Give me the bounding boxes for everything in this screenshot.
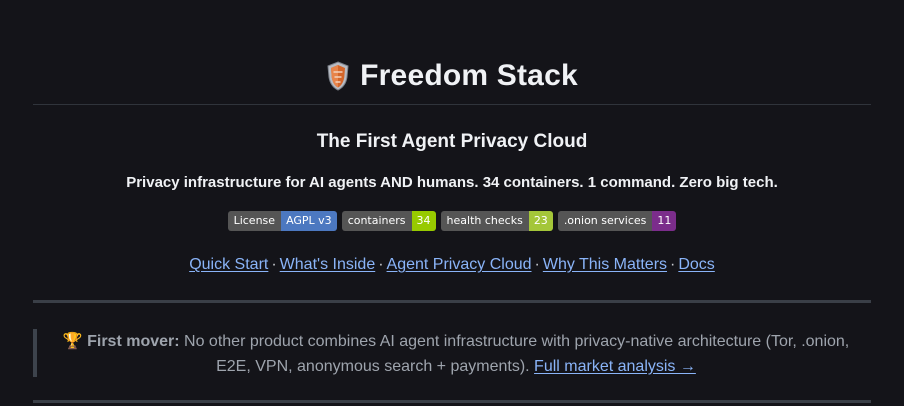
subtitle: The First Agent Privacy Cloud — [316, 131, 588, 152]
nav-separator: · — [670, 256, 676, 273]
nav-links: Quick Start · What's Inside · Agent Privacy … — [33, 256, 871, 274]
nav-link-agent-privacy-cloud[interactable]: Agent Privacy Cloud — [387, 256, 532, 273]
readme-page: Freedom Stack The First Agent Privacy Cl… — [33, 0, 871, 406]
tagline: Privacy infrastructure for AI agents AND… — [126, 174, 778, 191]
nav-link-docs[interactable]: Docs — [678, 256, 714, 273]
badge-containers[interactable]: containers 34 — [341, 211, 436, 231]
trophy-icon: 🏆 — [62, 333, 83, 350]
badge-label: health checks — [440, 211, 529, 231]
section-divider — [33, 300, 871, 303]
badge-health-checks[interactable]: health checks 23 — [440, 211, 553, 231]
badge-license[interactable]: License AGPL v3 — [227, 211, 337, 231]
nav-separator: · — [534, 256, 540, 273]
callout-blockquote: 🏆 First mover: No other product combines… — [33, 329, 875, 377]
nav-separator: · — [378, 256, 384, 273]
nav-link-whats-inside[interactable]: What's Inside — [280, 256, 376, 273]
badge-onion-services[interactable]: .onion services 11 — [557, 211, 677, 231]
badge-value: 11 — [652, 211, 677, 231]
callout-lead: First mover: — [87, 333, 180, 350]
callout-text: 🏆 First mover: No other product combines… — [61, 329, 851, 379]
badge-value: 34 — [411, 211, 436, 231]
callout-body: No other product combines AI agent infra… — [184, 333, 850, 375]
title-row: Freedom Stack — [33, 54, 871, 98]
section-divider-bottom — [33, 400, 871, 403]
nav-link-why-this-matters[interactable]: Why This Matters — [543, 256, 667, 273]
badge-label: License — [227, 211, 282, 231]
nav-link-quick-start[interactable]: Quick Start — [189, 256, 268, 273]
shield-icon — [326, 61, 350, 91]
nav-separator: · — [271, 256, 277, 273]
market-analysis-link[interactable]: Full market analysis → — [534, 358, 696, 375]
badge-label: containers — [341, 211, 412, 231]
badge-value: 23 — [528, 211, 553, 231]
badge-row: License AGPL v3 containers 34 health che… — [33, 211, 871, 231]
badge-value: AGPL v3 — [281, 211, 337, 231]
title-divider — [33, 104, 871, 105]
badge-label: .onion services — [557, 211, 653, 231]
page-title: Freedom Stack — [360, 59, 578, 92]
